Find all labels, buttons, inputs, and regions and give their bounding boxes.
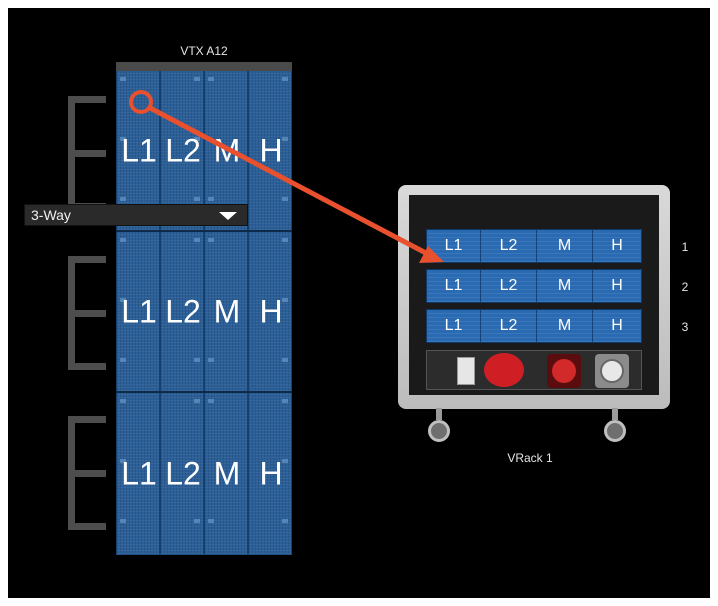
connection-arrow-icon[interactable] [0, 0, 718, 606]
